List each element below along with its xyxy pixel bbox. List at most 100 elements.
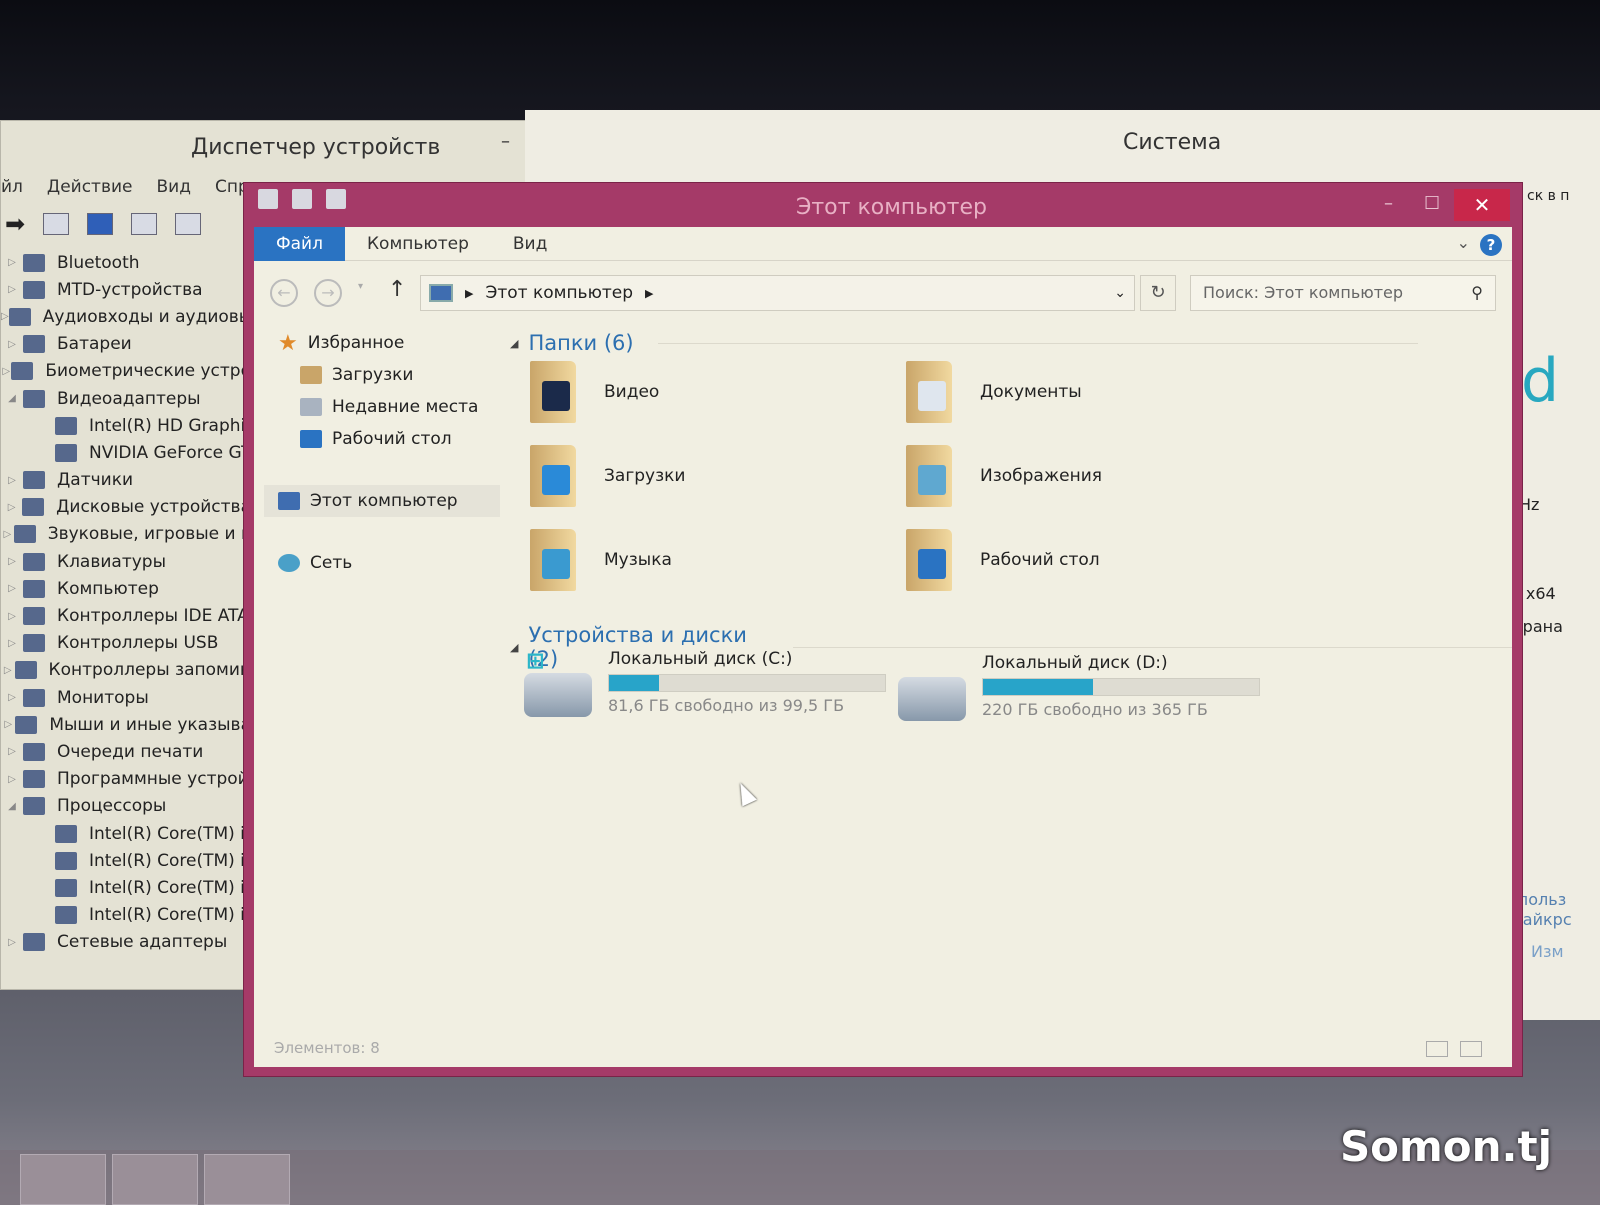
collapsed-arrow-icon[interactable]: ▷ [1,556,23,567]
collapsed-arrow-icon[interactable]: ▷ [1,937,23,948]
scan-hardware-icon[interactable] [175,213,202,235]
nav-favorites[interactable]: ★ Избранное [278,327,508,359]
device-tree-item[interactable]: Intel(R) Core(TM) i5 [1,820,251,847]
collapse-icon[interactable]: ◢ [510,641,518,654]
forward-arrow-icon[interactable]: ➡ [5,210,25,238]
recent-dropdown-icon[interactable]: ▾ [358,281,363,292]
collapsed-arrow-icon[interactable]: ▷ [1,719,15,730]
collapsed-arrow-icon[interactable]: ▷ [1,665,15,676]
collapsed-arrow-icon[interactable]: ▷ [1,311,9,322]
expanded-arrow-icon[interactable]: ◢ [1,801,23,812]
breadcrumb-separator-icon[interactable]: ▶ [465,287,473,300]
device-tree-item[interactable]: ▷ Сетевые адаптеры [1,929,251,956]
device-tree-item[interactable]: ▷ Клавиатуры [1,548,251,575]
collapsed-arrow-icon[interactable]: ▷ [1,611,23,622]
breadcrumb-separator-icon[interactable]: ▶ [645,287,653,300]
refresh-button[interactable]: ↻ [1140,275,1176,311]
minimize-button[interactable]: – [501,131,510,152]
nav-this-pc[interactable]: Этот компьютер [264,485,500,517]
large-icons-view-icon[interactable] [1460,1041,1482,1057]
taskbar-app-button[interactable] [204,1154,290,1205]
device-tree-item[interactable]: ▷ Биометрические устро [1,358,251,385]
collapsed-arrow-icon[interactable]: ▷ [1,284,23,295]
address-bar[interactable]: ▶ Этот компьютер ▶ ⌄ [420,275,1135,311]
explorer-window[interactable]: Этот компьютер – ☐ ✕ Файл Компьютер Вид … [243,182,1523,1077]
device-tree-item[interactable]: ▷ Дисковые устройства [1,494,251,521]
device-tree-item[interactable]: ▷ Контроллеры USB [1,630,251,657]
device-tree-item[interactable]: ▷ Контроллеры запомин [1,657,251,684]
device-tree-item[interactable]: ▷ Аудиовходы и аудиовы [1,303,251,330]
tab-file[interactable]: Файл [254,226,345,261]
device-tree-item[interactable]: ▷ Батареи [1,331,251,358]
device-tree-item[interactable]: ▷ Компьютер [1,575,251,602]
collapsed-arrow-icon[interactable]: ▷ [1,257,23,268]
action-icon[interactable] [131,213,158,235]
taskbar-app-button[interactable] [112,1154,198,1205]
folder-downloads[interactable]: Загрузки [530,445,685,507]
device-tree-item[interactable]: ▷ Датчики [1,467,251,494]
menu-file[interactable]: йл [1,177,23,197]
collapsed-arrow-icon[interactable]: ▷ [1,339,23,350]
close-button[interactable]: ✕ [1454,189,1510,221]
device-tree-item[interactable]: ▷ Bluetooth [1,249,251,276]
breadcrumb-this-pc[interactable]: Этот компьютер [485,283,633,303]
collapsed-arrow-icon[interactable]: ▷ [1,583,23,594]
new-folder-icon[interactable] [326,189,346,209]
folder-pictures[interactable]: Изображения [906,445,1102,507]
collapse-icon[interactable]: ◢ [510,337,518,350]
device-tree-item[interactable]: ◢ Процессоры [1,793,251,820]
folder-desktop[interactable]: Рабочий стол [906,529,1100,591]
device-tree-item[interactable]: Intel(R) HD Graphics [1,412,251,439]
maximize-button[interactable]: ☐ [1424,193,1440,214]
menu-view[interactable]: Вид [157,177,191,197]
taskbar-explorer-button[interactable] [20,1154,106,1205]
expanded-arrow-icon[interactable]: ◢ [1,393,23,404]
details-view-icon[interactable] [1426,1041,1448,1057]
device-tree-item[interactable]: ▷ Мониторы [1,684,251,711]
collapsed-arrow-icon[interactable]: ▷ [1,366,11,377]
tab-computer[interactable]: Компьютер [345,227,491,261]
collapsed-arrow-icon[interactable]: ▷ [1,692,23,703]
search-icon[interactable]: ⚲ [1471,276,1483,310]
expand-ribbon-icon[interactable]: ⌄ [1457,233,1470,252]
drive-item[interactable]: ⊞ Локальный диск (C:) 81,6 ГБ свободно и… [524,649,886,717]
link-fragment[interactable]: Изм [1531,942,1564,961]
help-icon[interactable] [87,213,114,235]
tab-view[interactable]: Вид [491,227,569,261]
collapsed-arrow-icon[interactable]: ▷ [1,502,22,513]
folder-video[interactable]: Видео [530,361,659,423]
nav-downloads[interactable]: Загрузки [278,359,508,391]
drive-item[interactable]: Локальный диск (D:) 220 ГБ свободно из 3… [898,653,1260,721]
device-tree-item[interactable]: ▷ Звуковые, игровые и в [1,521,251,548]
collapsed-arrow-icon[interactable]: ▷ [1,475,23,486]
device-tree-item[interactable]: Intel(R) Core(TM) i5 [1,902,251,929]
up-arrow-icon[interactable]: ↑ [388,277,406,302]
device-tree-item[interactable]: ▷ Очереди печати [1,738,251,765]
minimize-button[interactable]: – [1384,193,1393,214]
device-tree-item[interactable]: ▷ Мыши и иные указыва [1,711,251,738]
collapsed-arrow-icon[interactable]: ▷ [1,774,23,785]
forward-button[interactable]: → [314,279,342,307]
device-tree-item[interactable]: Intel(R) Core(TM) i5 [1,874,251,901]
search-input[interactable]: Поиск: Этот компьютер ⚲ [1190,275,1496,311]
help-icon[interactable]: ? [1480,234,1502,256]
device-tree-item[interactable]: ▷ Программные устрой [1,766,251,793]
nav-desktop[interactable]: Рабочий стол [278,423,508,455]
properties-icon[interactable] [292,189,312,209]
collapsed-arrow-icon[interactable]: ▷ [1,638,23,649]
device-tree-item[interactable]: Intel(R) Core(TM) i5 [1,847,251,874]
collapsed-arrow-icon[interactable]: ▷ [1,529,14,540]
folders-group-header[interactable]: ◢ Папки (6) [510,331,1418,355]
chevron-down-icon[interactable]: ⌄ [1114,285,1126,301]
device-tree-item[interactable]: NVIDIA GeForce GT [1,439,251,466]
collapsed-arrow-icon[interactable]: ▷ [1,746,23,757]
nav-network[interactable]: Сеть [278,547,508,579]
folder-documents[interactable]: Документы [906,361,1082,423]
device-tree-item[interactable]: ▷ MTD-устройства [1,276,251,303]
device-tree-item[interactable]: ◢ Видеоадаптеры [1,385,251,412]
back-button[interactable]: ← [270,279,298,307]
nav-recent-places[interactable]: Недавние места [278,391,508,423]
device-tree-item[interactable]: ▷ Контроллеры IDE ATA [1,602,251,629]
folder-music[interactable]: Музыка [530,529,672,591]
properties-icon[interactable] [43,213,70,235]
